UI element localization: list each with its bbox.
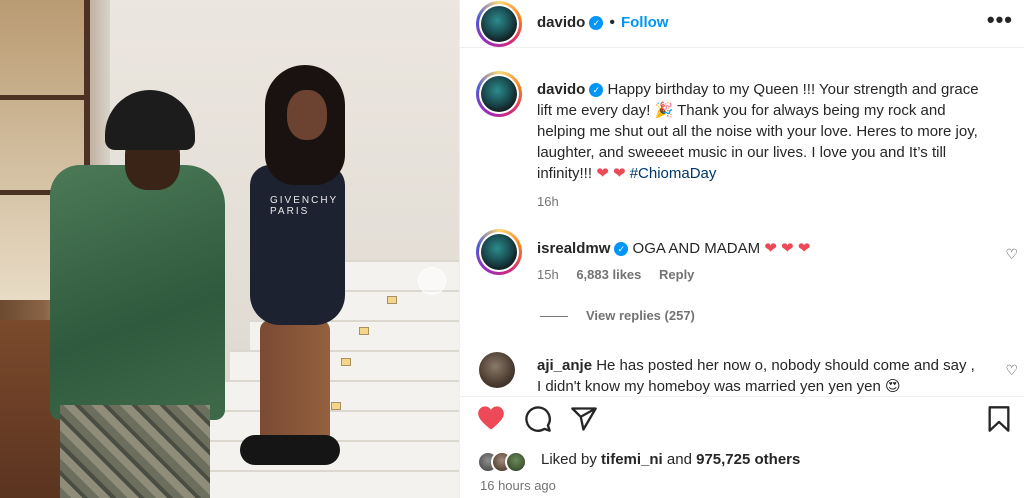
view-replies-button[interactable]: View replies (257) xyxy=(540,308,695,323)
caption-username[interactable]: davido xyxy=(537,81,585,98)
caption-hashtag[interactable]: #ChiomaDay xyxy=(630,165,717,182)
comment-avatar[interactable] xyxy=(479,352,515,388)
verified-icon: ✓ xyxy=(589,16,604,30)
comment-like-icon[interactable]: ♡ xyxy=(1005,246,1018,263)
comment-like-icon[interactable]: ♡ xyxy=(1005,362,1018,379)
bookmark-icon[interactable] xyxy=(987,405,1011,433)
view-replies-label: View replies (257) xyxy=(586,308,695,323)
post-timestamp[interactable]: 16 hours ago xyxy=(480,478,556,493)
comment: aji_anje He has posted her now o, nobody… xyxy=(537,355,977,396)
comment-text: He has posted her now o, nobody should c… xyxy=(537,357,975,395)
likes-summary: Liked by tifemi_ni and 975,725 others xyxy=(541,451,800,468)
comment-avatar[interactable] xyxy=(476,229,522,275)
caption-avatar[interactable] xyxy=(476,71,522,117)
caption: davido ✓ Happy birthday to my Queen !!! Y… xyxy=(537,79,997,209)
action-bar xyxy=(460,396,1024,440)
liked-by-user[interactable]: tifemi_ni xyxy=(601,451,663,468)
likes-prefix: Liked by xyxy=(541,451,597,468)
comment-hearts: ❤ ❤ ❤ xyxy=(764,240,811,257)
share-icon[interactable] xyxy=(570,405,598,433)
likes-count[interactable]: 975,725 others xyxy=(696,451,800,468)
heart-icon[interactable] xyxy=(477,405,505,431)
comment-likes[interactable]: 6,883 likes xyxy=(576,267,641,282)
dress-print: GIVENCHY PARIS xyxy=(270,195,339,217)
liker-avatars[interactable] xyxy=(477,451,537,473)
comment-username[interactable]: aji_anje xyxy=(537,357,592,374)
likes-and: and xyxy=(666,451,692,468)
post-header: davido ✓ • Follow ••• xyxy=(460,0,1024,48)
replies-divider xyxy=(540,316,568,318)
comment-time: 15h xyxy=(537,267,559,282)
more-icon[interactable]: ••• xyxy=(987,9,1013,31)
carousel-indicator[interactable] xyxy=(418,267,446,295)
avatar xyxy=(505,451,527,473)
comment: isrealdmw ✓ OGA AND MADAM ❤ ❤ ❤ 15h 6,883… xyxy=(537,238,977,282)
post-photo[interactable]: GIVENCHY PARIS xyxy=(0,0,459,498)
photo-man xyxy=(30,90,225,498)
verified-icon: ✓ xyxy=(614,242,629,256)
post-sidebar: davido ✓ • Follow ••• davido ✓ Happy birthda… xyxy=(459,0,1024,498)
comment-username[interactable]: isrealdmw xyxy=(537,240,610,257)
author-username[interactable]: davido xyxy=(537,14,585,31)
verified-icon: ✓ xyxy=(589,83,604,97)
caption-hearts: ❤ ❤ xyxy=(596,165,626,182)
reply-button[interactable]: Reply xyxy=(659,267,694,282)
comment-text: OGA AND MADAM xyxy=(632,240,761,257)
photo-woman: GIVENCHY PARIS xyxy=(235,65,365,485)
caption-time: 16h xyxy=(537,194,559,209)
comment-icon[interactable] xyxy=(524,405,552,433)
author-avatar[interactable] xyxy=(476,1,522,47)
follow-button[interactable]: Follow xyxy=(621,14,669,31)
